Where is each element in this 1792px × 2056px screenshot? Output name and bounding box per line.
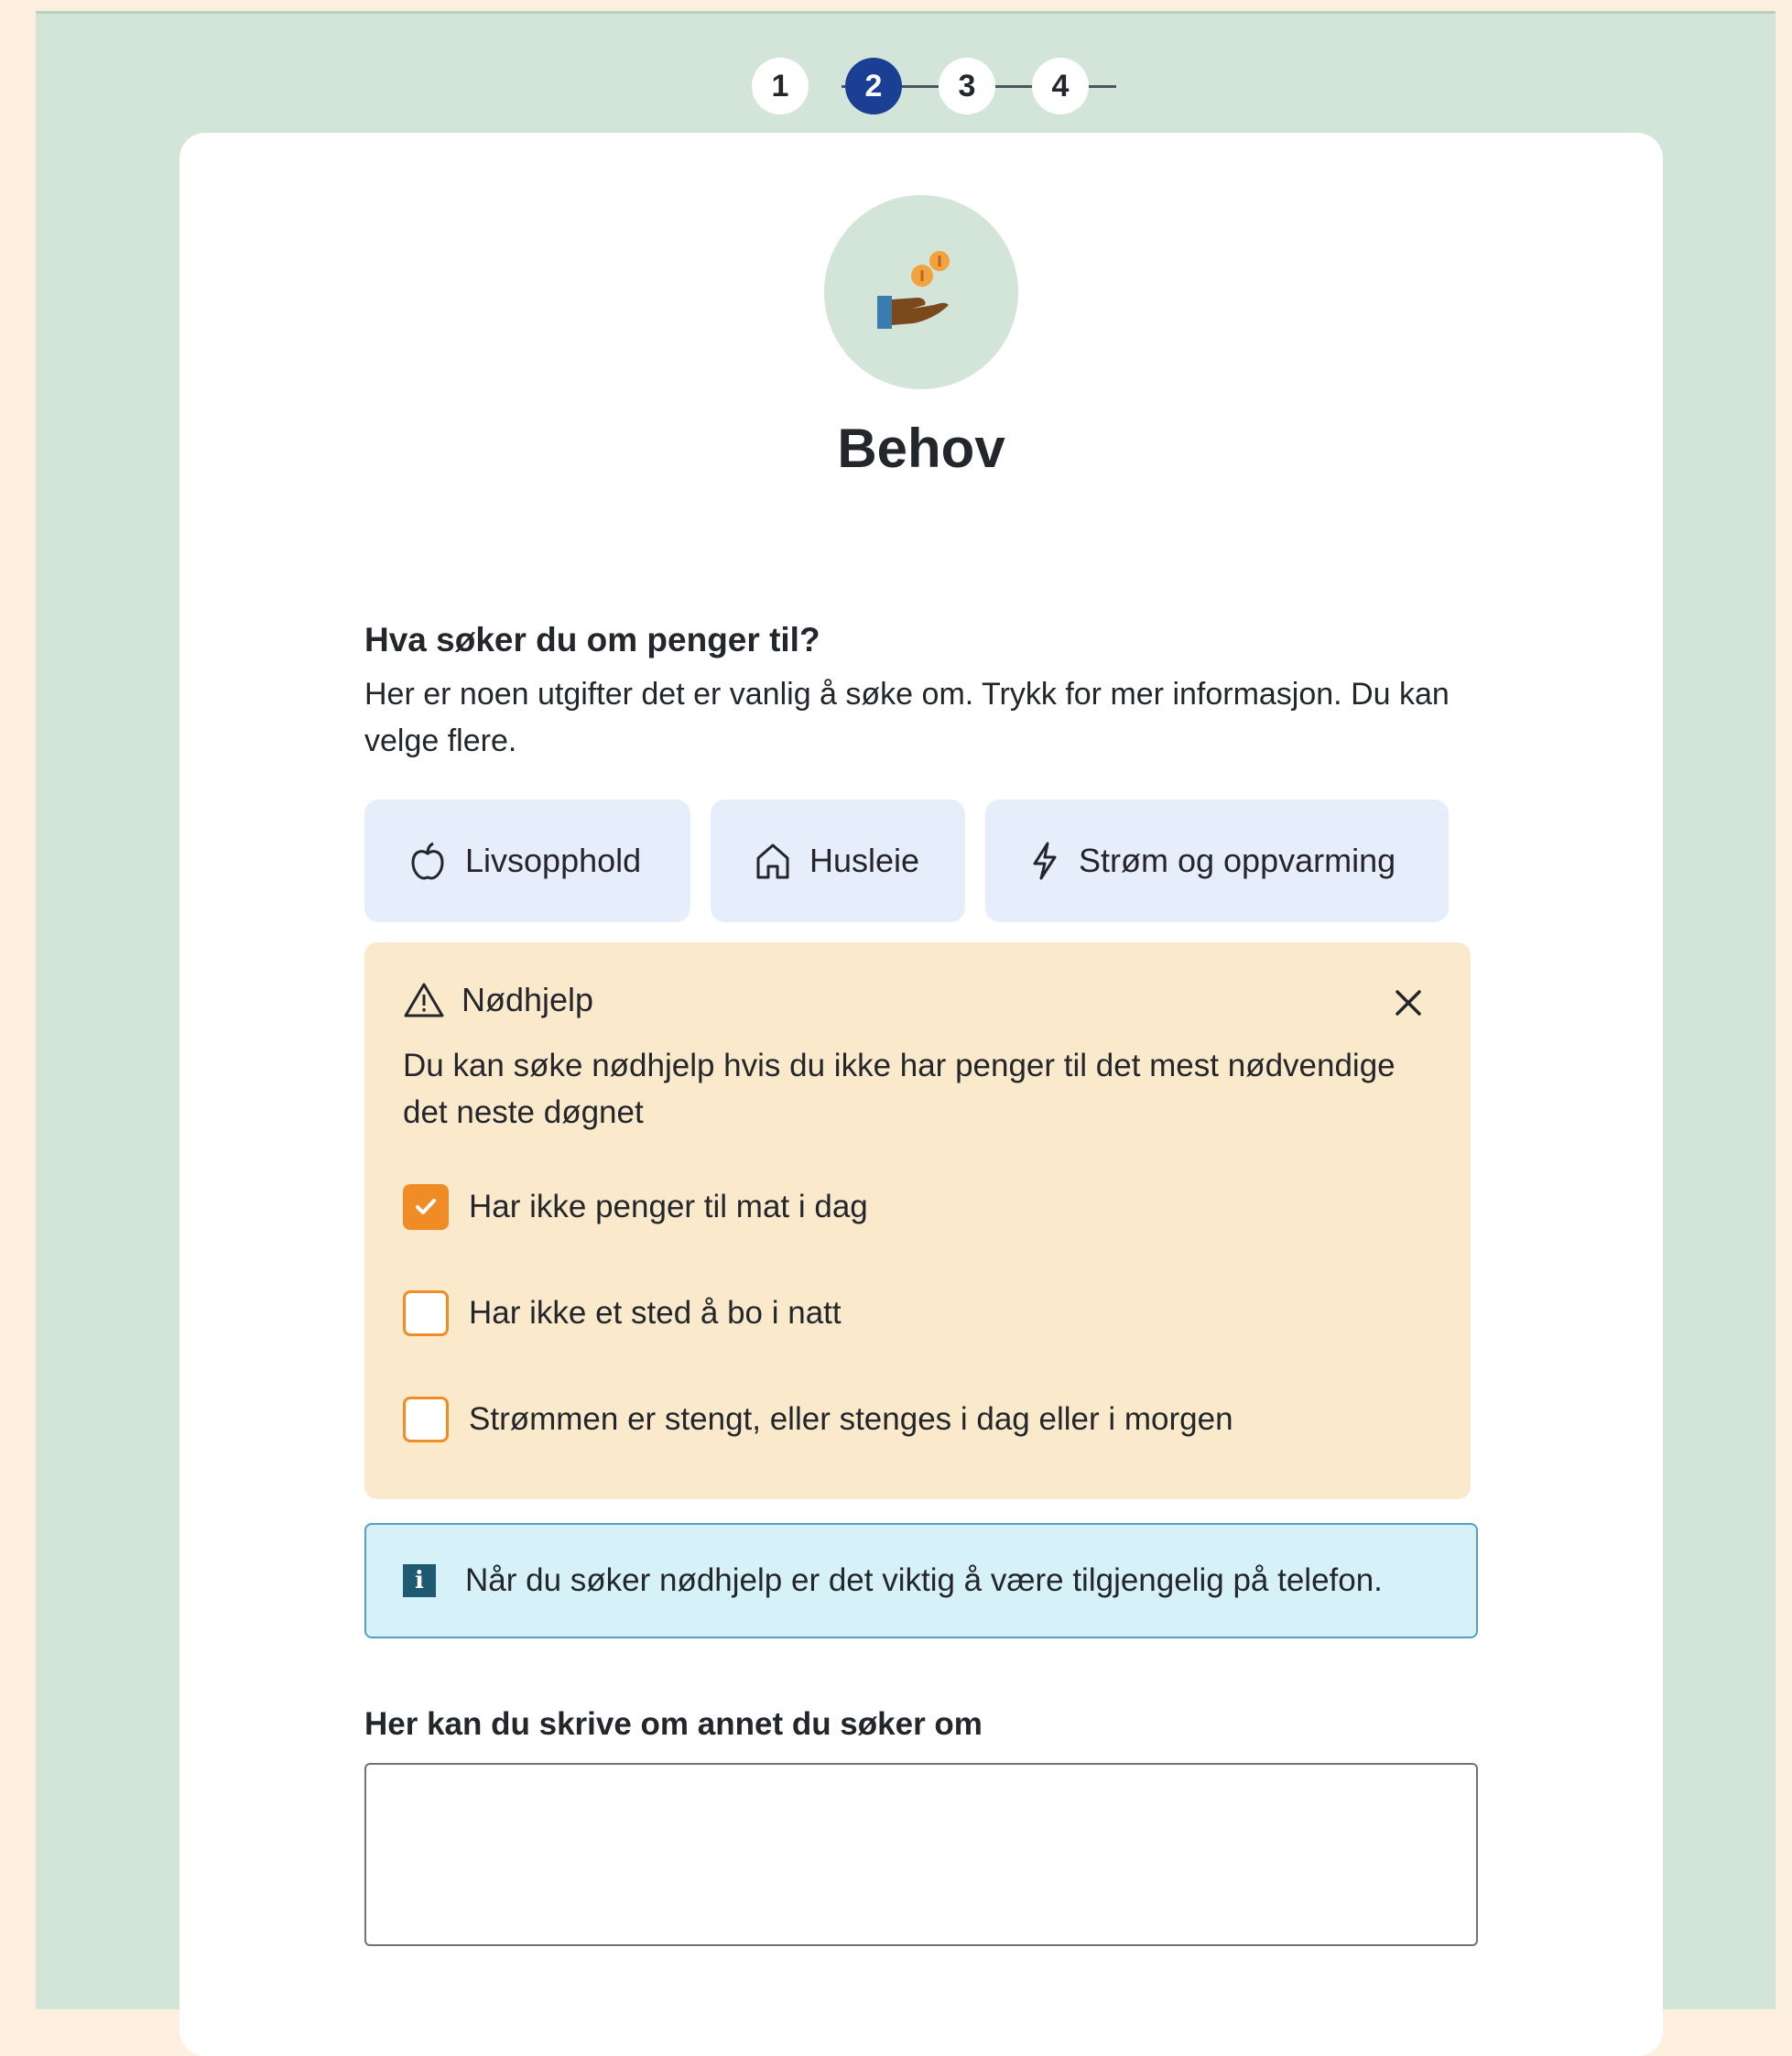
apple-icon (411, 842, 444, 880)
checkbox-row[interactable]: Har ikke penger til mat i dag (403, 1183, 1432, 1230)
avatar (824, 195, 1018, 389)
chip-label: Husleie (809, 842, 920, 880)
form-content: Hva søker du om penger til? Her er noen … (364, 618, 1482, 1947)
lightning-icon (1033, 842, 1057, 880)
chip-husleie[interactable]: Husleie (711, 800, 965, 923)
emergency-alert: Nødhjelp Du kan søke nødhjelp hvis du ik… (364, 942, 1471, 1500)
step-2[interactable]: 2 (845, 58, 902, 114)
chip-livsopphold[interactable]: Livsopphold (364, 800, 690, 923)
step-3[interactable]: 3 (939, 58, 995, 114)
house-icon (756, 843, 789, 879)
page-background: 1 2 3 4 Behov Hva søker du om penger til… (36, 11, 1776, 2056)
step-4[interactable]: 4 (1032, 58, 1089, 114)
close-icon[interactable] (1390, 984, 1427, 1021)
chip-label: Livsopphold (465, 842, 642, 880)
info-banner: i Når du søker nødhjelp er det viktig å … (364, 1523, 1478, 1639)
checkmark-icon (416, 1198, 436, 1214)
checkbox-label: Strømmen er stengt, eller stenges i dag … (469, 1400, 1233, 1437)
question-title: Hva søker du om penger til? (364, 621, 820, 658)
other-field-label: Her kan du skrive om annet du søker om (364, 1706, 983, 1743)
checkbox[interactable] (403, 1396, 449, 1442)
chip-label: Strøm og oppvarming (1079, 842, 1396, 880)
step-1[interactable]: 1 (752, 58, 809, 114)
page-title: Behov (837, 418, 1005, 479)
info-text: Når du søker nødhjelp er det viktig å væ… (465, 1562, 1383, 1599)
question-description: Her er noen utgifter det er vanlig å søk… (364, 677, 1450, 759)
alert-header: Nødhjelp (403, 981, 1432, 1019)
hand-coins-icon (877, 251, 950, 329)
form-card: Behov Hva søker du om penger til? Her er… (179, 133, 1663, 2056)
info-icon: i (403, 1564, 436, 1598)
warning-icon (404, 983, 444, 1017)
alert-description: Du kan søke nødhjelp hvis du ikke har pe… (403, 1048, 1396, 1130)
checkbox-checked[interactable] (403, 1183, 449, 1230)
checkbox-row[interactable]: Har ikke et sted å bo i natt (403, 1289, 1432, 1336)
checkbox-label: Har ikke et sted å bo i natt (469, 1294, 842, 1331)
alert-title: Nødhjelp (462, 981, 594, 1019)
checkbox-label: Har ikke penger til mat i dag (469, 1188, 868, 1224)
checkbox[interactable] (403, 1289, 449, 1336)
chip-strom[interactable]: Strøm og oppvarming (985, 800, 1449, 923)
expense-chips: Livsopphold Husleie Strøm og oppvarming (364, 800, 1482, 923)
checkbox-row[interactable]: Strømmen er stengt, eller stenges i dag … (403, 1396, 1432, 1442)
other-textarea[interactable] (364, 1763, 1478, 1947)
stepper: 1 2 3 4 (36, 49, 1776, 122)
